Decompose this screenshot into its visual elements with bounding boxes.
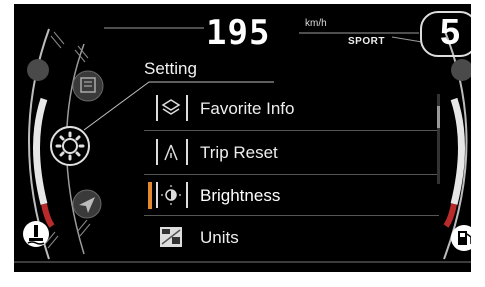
units-icon xyxy=(160,227,182,247)
media-icon[interactable] xyxy=(70,68,106,104)
scrollbar[interactable] xyxy=(437,94,440,184)
left-gauge-knob xyxy=(27,59,49,81)
fuel-icon xyxy=(451,225,471,251)
speed-unit: km/h xyxy=(305,18,327,29)
menu-item-label: Trip Reset xyxy=(200,142,278,162)
menu-item-brightness[interactable]: Brightness xyxy=(146,177,426,214)
speed-readout: 195 xyxy=(206,13,271,53)
menu-item-favorite-info[interactable]: Favorite Info xyxy=(146,90,426,127)
menu-item-label: Favorite Info xyxy=(200,98,295,118)
left-gauge-bar xyxy=(33,97,48,205)
divider xyxy=(144,215,439,216)
page-title: Setting xyxy=(144,59,197,78)
settings-icon[interactable] xyxy=(48,124,92,168)
menu-item-trip-reset[interactable]: Trip Reset xyxy=(146,134,426,171)
gear-indicator: 5 xyxy=(440,11,461,52)
menu-item-label: Brightness xyxy=(200,185,281,205)
temperature-icon xyxy=(23,221,49,247)
navigation-icon[interactable] xyxy=(70,187,104,221)
layers-icon xyxy=(161,99,181,115)
scrollbar-thumb[interactable] xyxy=(437,106,440,128)
divider xyxy=(144,174,439,175)
brightness-icon xyxy=(161,185,181,205)
drive-mode: SPORT xyxy=(348,36,385,47)
right-gauge-bar xyxy=(450,97,465,205)
menu-item-units[interactable]: Units xyxy=(146,219,426,256)
cluster-screen: 195 km/h SPORT 5 Setting Favorite Info T… xyxy=(14,4,471,272)
menu-item-label: Units xyxy=(200,227,239,247)
trip-reset-icon xyxy=(164,144,178,161)
right-gauge-red xyxy=(443,203,457,228)
divider xyxy=(144,130,439,131)
right-gauge-knob xyxy=(451,59,471,81)
